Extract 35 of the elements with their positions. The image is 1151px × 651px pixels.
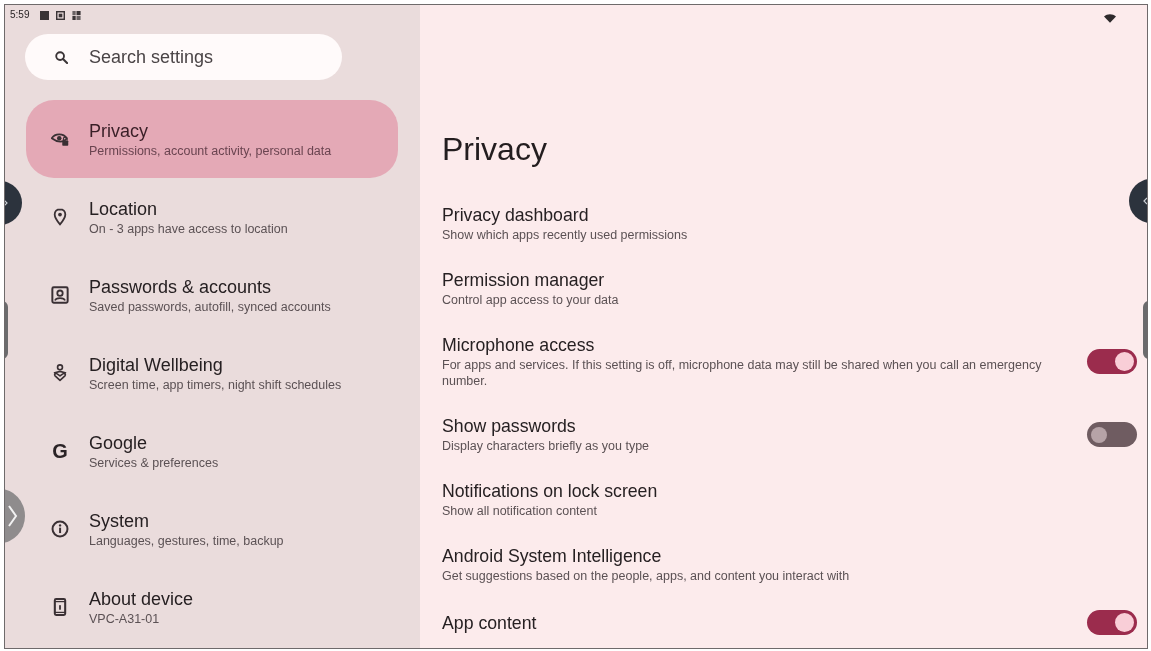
g-letter-icon: G xyxy=(51,441,69,461)
toggle-switch[interactable] xyxy=(1087,349,1137,374)
edge-handle-icon[interactable] xyxy=(1129,179,1147,223)
person-heart-icon xyxy=(51,364,69,382)
toggle-switch[interactable] xyxy=(1087,610,1137,635)
search-icon xyxy=(55,50,68,64)
edge-handle-icon[interactable] xyxy=(5,181,22,225)
setting-item[interactable]: Notifications on lock screen Show all notification content xyxy=(442,480,1054,519)
sidebar-item[interactable]: G Google Services & preferences xyxy=(26,412,398,490)
framed-square-icon xyxy=(56,11,66,20)
sidebar-item[interactable]: Digital Wellbeing Screen time, app timers, night shift schedules xyxy=(26,334,398,412)
search-bar[interactable]: Search settings xyxy=(25,34,342,80)
setting-item[interactable]: App content xyxy=(442,611,1054,634)
setting-item[interactable]: Show passwords Display characters briefly as you type xyxy=(442,415,1054,454)
status-time: 5:59 xyxy=(10,9,30,21)
sidebar-item[interactable]: About device VPC-A31-01 xyxy=(26,568,398,646)
info-icon xyxy=(51,520,69,538)
square-icon xyxy=(40,11,50,20)
account-box-icon xyxy=(51,286,69,304)
sidebar-item[interactable]: Passwords & accounts Saved passwords, autofill, synced accounts xyxy=(26,256,398,334)
wifi-icon xyxy=(1104,14,1116,23)
location-pin-icon xyxy=(51,208,69,226)
search-input[interactable]: Search settings xyxy=(89,46,289,68)
toggle-switch[interactable] xyxy=(1087,422,1137,447)
sidebar-item[interactable]: Privacy Permissions, account activity, personal data xyxy=(26,100,398,178)
sidebar-item[interactable]: Location On - 3 apps have access to location xyxy=(26,178,398,256)
sidebar-item[interactable]: System Languages, gestures, time, backup xyxy=(26,490,398,568)
grid-icon xyxy=(72,11,82,20)
setting-item[interactable]: Microphone access For apps and services. If this setting is off, microphone data may still be shared when you call an emergency number. xyxy=(442,334,1054,389)
tablet-device-icon xyxy=(51,598,69,616)
setting-item[interactable]: Permission manager Control app access to your data xyxy=(442,269,1054,308)
chevron-handle-icon[interactable] xyxy=(5,489,25,543)
page-title: Privacy xyxy=(442,130,547,169)
setting-item[interactable]: Android System Intelligence Get suggestions based on the people, apps, and content you interact with xyxy=(442,545,1054,584)
setting-item[interactable]: Privacy dashboard Show which apps recently used permissions xyxy=(442,204,1054,243)
